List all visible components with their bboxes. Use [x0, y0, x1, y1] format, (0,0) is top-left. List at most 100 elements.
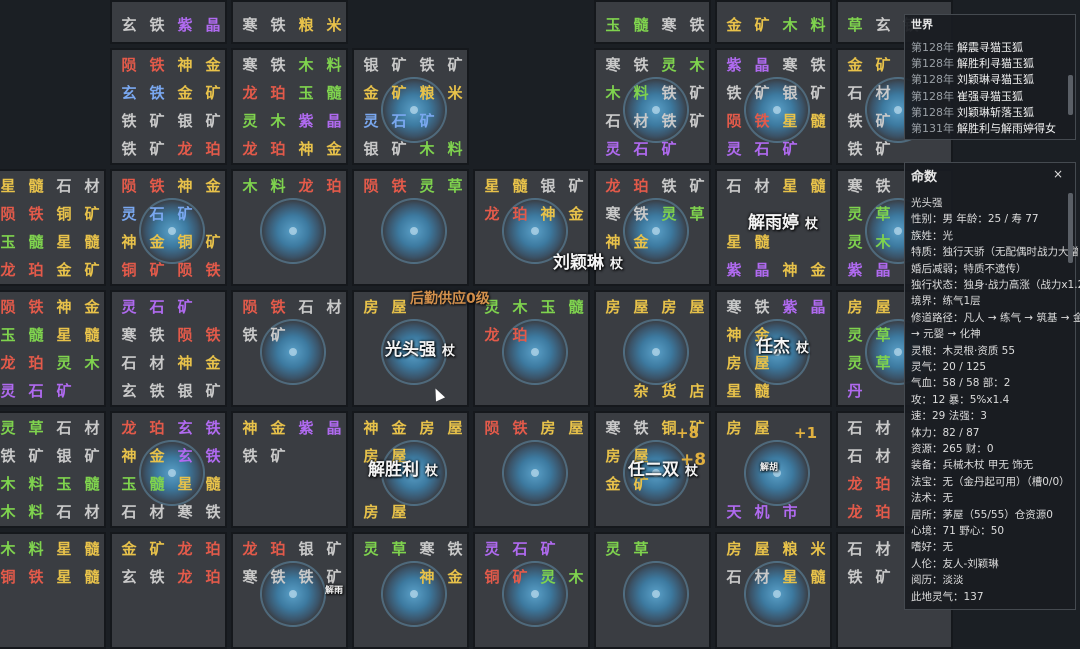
map-tile[interactable]: 星髓石材陨铁铜矿玉髓星髓龙珀金矿: [0, 169, 106, 286]
plus-value-b: +8: [680, 450, 707, 470]
resource-glyph: 龙: [847, 475, 863, 493]
resource-glyph: 房: [847, 298, 863, 316]
resource-glyph: 木: [689, 56, 705, 74]
npc-ren-jie[interactable]: 任杰杖: [756, 332, 809, 357]
map-tile[interactable]: 银矿铁矿金矿粮米灵石矿银矿木料: [352, 48, 469, 165]
map-tile[interactable]: 金矿龙珀玄铁龙珀: [110, 532, 227, 649]
resource-glyph: 木: [605, 84, 621, 102]
resource-glyph: 龙: [847, 503, 863, 521]
resource-glyph: 银: [782, 84, 798, 102]
map-tile[interactable]: 紫晶寒铁铁矿银矿陨铁星髓灵石矿: [715, 48, 832, 165]
map-tile[interactable]: 灵石矿铜矿灵木: [473, 532, 590, 649]
map-tile[interactable]: 金矿木料: [715, 0, 832, 44]
resource-glyph: 草: [847, 16, 863, 34]
resource-glyph: 铁: [689, 16, 705, 34]
resource-glyph: 晶: [875, 261, 891, 279]
resource-glyph: 龙: [242, 84, 258, 102]
resource-glyph: 玄: [875, 16, 891, 34]
resource-glyph: 米: [326, 16, 342, 34]
map-tile[interactable]: 玉髓寒铁: [594, 0, 711, 44]
resource-glyph: 矿: [84, 261, 100, 279]
news-text: 刘颖琳斩落玉狐: [957, 105, 1034, 119]
map-tile[interactable]: 房屋房屋杂货店: [594, 290, 711, 407]
map-tile[interactable]: 陨铁神金玉髓星髓龙珀灵木灵石矿: [0, 290, 106, 407]
resource-glyph: 木: [270, 112, 286, 130]
resource-glyph: 髓: [568, 298, 584, 316]
map-tile[interactable]: 陨铁神金玄铁金矿铁矿银矿铁矿龙珀: [110, 48, 227, 165]
map-tile[interactable]: 寒铁木料龙珀玉髓灵木紫晶龙珀神金: [231, 48, 348, 165]
orb-core: [652, 348, 660, 356]
map-tile[interactable]: 灵草: [594, 532, 711, 649]
resource-glyph: 市: [782, 503, 798, 521]
resource-glyph: 龙: [177, 568, 193, 586]
map-tile[interactable]: 灵石矿寒铁陨铁石材神金玄铁银矿: [110, 290, 227, 407]
resource-glyph: 料: [633, 84, 649, 102]
resource-glyph: 铁: [149, 326, 165, 344]
resource-glyph: 玉: [605, 16, 621, 34]
resource-glyph: 玄: [121, 382, 137, 400]
resource-glyph: 矿: [177, 205, 193, 223]
resource-glyph: 石: [754, 140, 770, 158]
profile-scrollbar[interactable]: [1068, 193, 1073, 263]
resource-glyph: 料: [270, 177, 286, 195]
resource-glyph: 金: [605, 475, 621, 493]
resource-glyph: 木: [298, 56, 314, 74]
jie-hu-label: 解胡: [760, 463, 779, 473]
spirit-orb-icon: [502, 440, 568, 506]
map-tile[interactable]: 神金紫晶铁矿: [231, 411, 348, 528]
resource-glyph: 寒: [419, 540, 435, 558]
map-tile[interactable]: 木料龙珀: [231, 169, 348, 286]
resource-glyph: 星: [726, 382, 742, 400]
resource-glyph: 铁: [847, 140, 863, 158]
resource-glyph: 银: [363, 56, 379, 74]
map-tile[interactable]: 陨铁神金灵石矿神金铜矿铜矿陨铁: [110, 169, 227, 286]
map-tile[interactable]: 木料星髓铜铁星髓: [0, 532, 106, 649]
resource-glyph: 珀: [875, 503, 891, 521]
npc-xie-yuting[interactable]: 解雨婷杖: [748, 208, 818, 233]
resource-glyph: 草: [875, 354, 891, 372]
npc-xie-shengli[interactable]: 解胜利杖: [368, 455, 438, 480]
resource-glyph: 料: [447, 140, 463, 158]
resource-glyph: 铁: [149, 84, 165, 102]
resource-glyph: 矿: [568, 177, 584, 195]
resource-glyph: 珀: [205, 140, 221, 158]
map-tile[interactable]: 陨铁房屋: [473, 411, 590, 528]
news-year: 第128年: [911, 41, 954, 54]
resource-glyph: 矿: [205, 84, 221, 102]
resource-glyph: 材: [149, 354, 165, 372]
resource-glyph: 矿: [149, 140, 165, 158]
resource-glyph: 铁: [726, 84, 742, 102]
map-tile[interactable]: 灵木玉髓龙珀: [473, 290, 590, 407]
map-tile[interactable]: 寒铁灵木木料铁矿石材铁矿灵石矿: [594, 48, 711, 165]
profile-line: 特质：独行天骄（无配偶时战力大增，成: [911, 246, 1080, 259]
map-tile[interactable]: 陨铁灵草: [352, 169, 469, 286]
character-profile-panel[interactable]: 命数 × 光头强 性别：男 年龄：25 / 寿 77 族姓：光 特质：独行天骄（无配偶…: [904, 162, 1080, 610]
resource-glyph: 紫: [177, 16, 193, 34]
resource-glyph: 铁: [121, 112, 137, 130]
map-tile[interactable]: 灵草石材铁矿银矿木料玉髓木料石材: [0, 411, 106, 528]
resource-glyph: 铁: [270, 56, 286, 74]
resource-glyph: 矿: [875, 568, 891, 586]
resource-glyph: 粮: [298, 16, 314, 34]
map-tile[interactable]: 寒铁粮米: [231, 0, 348, 44]
map-tile[interactable]: 陨铁石材铁矿: [231, 290, 348, 407]
resource-glyph: 屋: [689, 298, 705, 316]
orb-core: [894, 227, 902, 235]
resource-glyph: 金: [391, 419, 407, 437]
resource-glyph: 木: [0, 540, 16, 558]
close-icon[interactable]: ×: [1053, 167, 1063, 181]
map-tile[interactable]: 龙珀玄铁神金玄铁玉髓星髓石材寒铁: [110, 411, 227, 528]
resource-glyph: 石: [56, 177, 72, 195]
news-scrollbar[interactable]: [1068, 75, 1073, 115]
resource-glyph: 铁: [28, 205, 44, 223]
resource-glyph: 寒: [605, 205, 621, 223]
map-tile[interactable]: 房屋粮米石材星髓: [715, 532, 832, 649]
npc-guang-tou[interactable]: 光头强杖: [385, 335, 455, 360]
world-news-panel[interactable]: 世界 第128年 解震寻猫玉狐 第128年 解胜利寻猫玉狐 第128年 刘颖琳寻猫玉狐 第1…: [904, 14, 1076, 140]
resource-glyph: 神: [726, 326, 742, 344]
map-tile[interactable]: 玄铁紫晶: [110, 0, 227, 44]
map-tile[interactable]: 灵草寒铁神金: [352, 532, 469, 649]
resource-glyph: 银: [363, 140, 379, 158]
resource-glyph: 髓: [28, 326, 44, 344]
npc-liu-yinglin[interactable]: 刘颖琳杖: [553, 248, 623, 273]
